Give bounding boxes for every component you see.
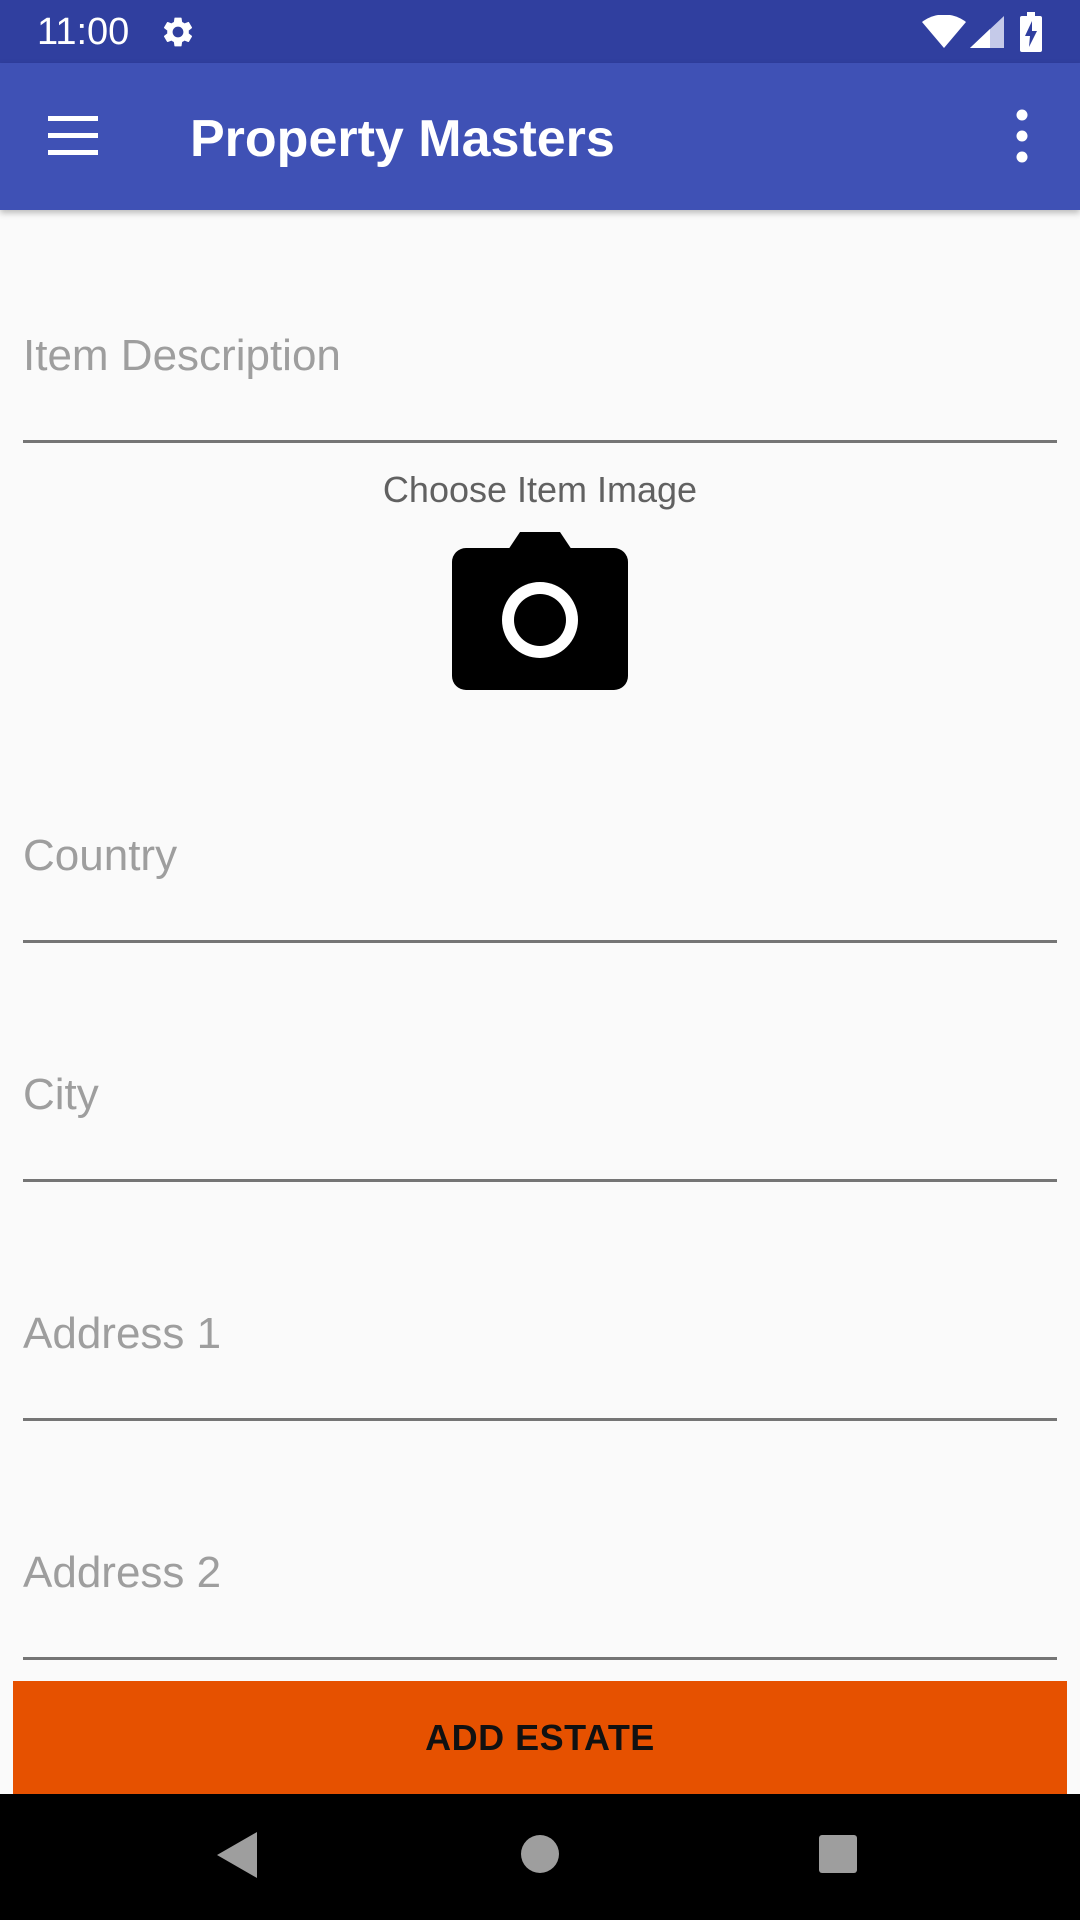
- add-estate-button[interactable]: ADD ESTATE: [13, 1681, 1067, 1794]
- city-field[interactable]: City: [23, 1039, 1057, 1182]
- address1-placeholder: Address 1: [23, 1309, 222, 1358]
- item-description-field[interactable]: Item Description: [23, 300, 1057, 443]
- hamburger-menu-icon[interactable]: [38, 105, 108, 167]
- wifi-icon: [922, 15, 966, 48]
- back-icon[interactable]: [215, 1830, 259, 1880]
- app-title: Property Masters: [190, 110, 615, 168]
- recents-icon[interactable]: [818, 1834, 858, 1874]
- address2-field[interactable]: Address 2: [23, 1517, 1057, 1660]
- navigation-bar: [0, 1794, 1080, 1920]
- app-bar: Property Masters: [0, 63, 1080, 210]
- address2-placeholder: Address 2: [23, 1548, 222, 1597]
- item-description-placeholder: Item Description: [23, 331, 341, 380]
- country-field[interactable]: Country: [23, 800, 1057, 943]
- camera-icon[interactable]: [450, 528, 630, 692]
- country-placeholder: Country: [23, 831, 178, 880]
- settings-icon: [163, 17, 193, 47]
- status-time: 11:00: [37, 11, 130, 53]
- address1-field[interactable]: Address 1: [23, 1278, 1057, 1421]
- cell-signal-icon: [970, 16, 1004, 48]
- status-bar: 11:00: [0, 0, 1080, 63]
- choose-image-label: Choose Item Image: [382, 469, 698, 510]
- home-icon[interactable]: [520, 1834, 560, 1874]
- more-vert-icon[interactable]: [1000, 103, 1044, 169]
- city-placeholder: City: [23, 1070, 99, 1119]
- battery-charging-icon: [1020, 12, 1042, 52]
